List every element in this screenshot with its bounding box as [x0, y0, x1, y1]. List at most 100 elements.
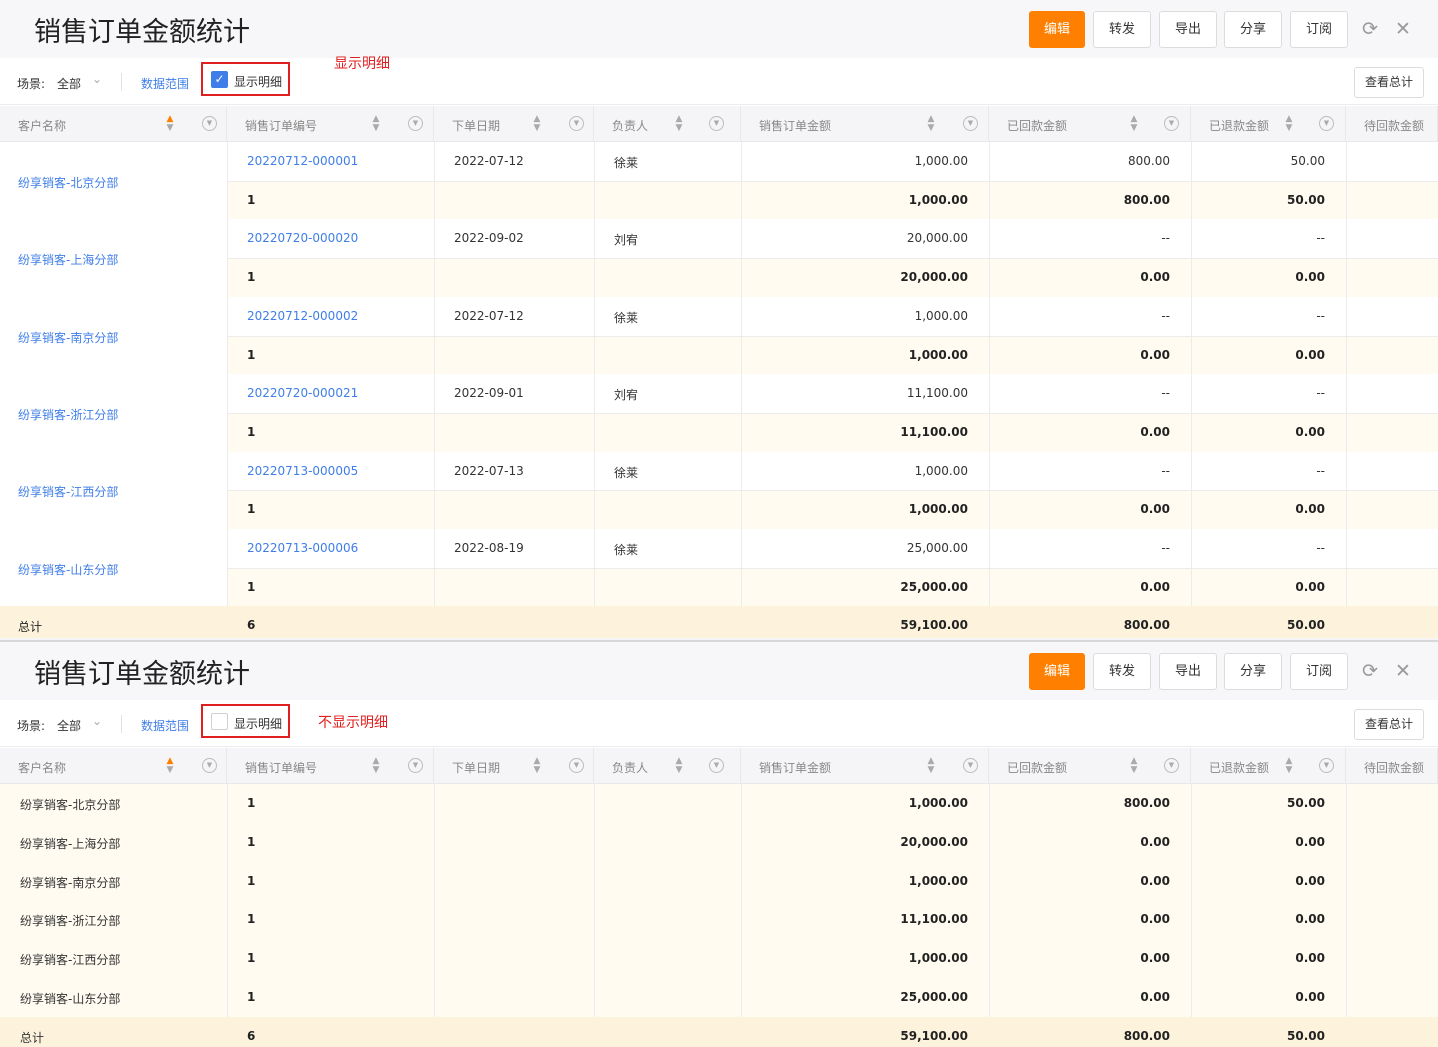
edit-button[interactable]: 编辑: [1029, 11, 1085, 48]
share-button[interactable]: 分享: [1224, 653, 1282, 690]
filter-icon[interactable]: ▼: [1164, 116, 1179, 131]
row-divider: [227, 258, 1438, 260]
export-button[interactable]: 导出: [1159, 653, 1217, 690]
sort-icon[interactable]: ▲ ▼: [165, 757, 175, 775]
chevron-down-icon[interactable]: ⌄: [92, 72, 102, 86]
order-number-link[interactable]: 20220720-000020: [247, 231, 358, 245]
column-header[interactable]: 客户名称 ▲ ▼ ▼: [0, 106, 227, 142]
order-number-link[interactable]: 20220713-000005: [247, 464, 358, 478]
sort-icon[interactable]: ▲ ▼: [532, 115, 542, 133]
customer-link[interactable]: 纷享销客-南京分部: [18, 329, 118, 346]
column-header[interactable]: 已退款金额 ▲ ▼ ▼: [1191, 106, 1346, 142]
customer-link[interactable]: 纷享销客-北京分部: [18, 174, 118, 191]
column-header[interactable]: 销售订单编号 ▲ ▼ ▼: [227, 748, 434, 784]
show-detail-checkbox[interactable]: [211, 713, 228, 730]
sort-icon[interactable]: ▲ ▼: [926, 757, 936, 775]
column-header[interactable]: 负责人 ▲ ▼ ▼: [594, 748, 741, 784]
filter-icon[interactable]: ▼: [709, 116, 724, 131]
close-icon[interactable]: ✕: [1395, 17, 1411, 41]
column-divider: [594, 784, 595, 1017]
sort-icon[interactable]: ▲ ▼: [371, 757, 381, 775]
filter-icon[interactable]: ▼: [408, 116, 423, 131]
column-header[interactable]: 待回款金额: [1346, 106, 1438, 142]
chevron-down-icon[interactable]: ⌄: [92, 714, 102, 728]
filter-icon[interactable]: ▼: [1319, 116, 1334, 131]
column-header[interactable]: 销售订单金额 ▲ ▼ ▼: [741, 106, 989, 142]
filter-icon[interactable]: ▼: [202, 116, 217, 131]
customer-link[interactable]: 纷享销客-江西分部: [18, 483, 118, 500]
data-range-link[interactable]: 数据范围: [141, 717, 189, 734]
column-header[interactable]: 负责人 ▲ ▼ ▼: [594, 106, 741, 142]
forward-button[interactable]: 转发: [1093, 11, 1151, 48]
sort-icon[interactable]: ▲ ▼: [165, 115, 175, 133]
refunded-amount: --: [1316, 541, 1325, 555]
sort-icon[interactable]: ▲ ▼: [1129, 757, 1139, 775]
column-header-label: 已退款金额: [1209, 761, 1270, 775]
annotation-note: 不显示明细: [318, 715, 388, 731]
row-count: 1: [247, 834, 256, 849]
refresh-icon[interactable]: ⟳: [1362, 17, 1378, 41]
export-button[interactable]: 导出: [1159, 11, 1217, 48]
filter-icon[interactable]: ▼: [569, 758, 584, 773]
order-number-link[interactable]: 20220712-000002: [247, 309, 358, 323]
scene-select[interactable]: 全部: [57, 75, 81, 92]
scene-select[interactable]: 全部: [57, 717, 81, 734]
column-header[interactable]: 已退款金额 ▲ ▼ ▼: [1191, 748, 1346, 784]
show-detail-toggle[interactable]: ✓ 显示明细: [201, 62, 290, 96]
sort-icon[interactable]: ▲ ▼: [532, 757, 542, 775]
column-header[interactable]: 已回款金额 ▲ ▼ ▼: [989, 748, 1191, 784]
sort-icon[interactable]: ▲ ▼: [1284, 757, 1294, 775]
sort-icon[interactable]: ▲ ▼: [674, 757, 684, 775]
filter-icon[interactable]: ▼: [408, 758, 423, 773]
column-header[interactable]: 下单日期 ▲ ▼ ▼: [434, 748, 594, 784]
total-label: 总计: [18, 620, 43, 635]
order-number-link[interactable]: 20220713-000006: [247, 541, 358, 555]
sort-icon[interactable]: ▲ ▼: [1129, 115, 1139, 133]
column-header-label: 已回款金额: [1007, 761, 1068, 775]
order-number-link[interactable]: 20220712-000001: [247, 154, 358, 168]
column-header[interactable]: 待回款金额: [1346, 748, 1438, 784]
row-received: 800.00: [1123, 796, 1170, 810]
refresh-icon[interactable]: ⟳: [1362, 659, 1378, 683]
data-range-link[interactable]: 数据范围: [141, 75, 189, 92]
filter-icon[interactable]: ▼: [963, 116, 978, 131]
customer-link[interactable]: 纷享销客-上海分部: [18, 251, 118, 268]
sort-icon[interactable]: ▲ ▼: [371, 115, 381, 133]
column-divider: [989, 142, 990, 607]
column-header[interactable]: 客户名称 ▲ ▼ ▼: [0, 748, 227, 784]
view-total-button[interactable]: 查看总计: [1354, 709, 1424, 740]
column-header[interactable]: 下单日期 ▲ ▼ ▼: [434, 106, 594, 142]
filter-icon[interactable]: ▼: [963, 758, 978, 773]
subscribe-button[interactable]: 订阅: [1290, 11, 1348, 48]
sort-icon[interactable]: ▲ ▼: [674, 115, 684, 133]
column-header[interactable]: 已回款金额 ▲ ▼ ▼: [989, 106, 1191, 142]
sort-icon[interactable]: ▲ ▼: [1284, 115, 1294, 133]
view-total-button[interactable]: 查看总计: [1354, 67, 1424, 98]
column-divider: [227, 784, 228, 1017]
filter-icon[interactable]: ▼: [1164, 758, 1179, 773]
filter-icon[interactable]: ▼: [709, 758, 724, 773]
sort-icon[interactable]: ▲ ▼: [926, 115, 936, 133]
show-detail-toggle[interactable]: 显示明细: [201, 704, 290, 738]
subtotal-received: 0.00: [1140, 424, 1170, 439]
row-count: 1: [247, 951, 256, 966]
subtotal-amount: 1,000.00: [908, 347, 968, 362]
customer-link[interactable]: 纷享销客-浙江分部: [18, 406, 118, 423]
close-icon[interactable]: ✕: [1395, 659, 1411, 683]
order-date: 2022-07-12: [454, 154, 524, 168]
subscribe-button[interactable]: 订阅: [1290, 653, 1348, 690]
filter-icon[interactable]: ▼: [1319, 758, 1334, 773]
row-count: 1: [247, 873, 256, 888]
order-number-link[interactable]: 20220720-000021: [247, 386, 358, 400]
edit-button[interactable]: 编辑: [1029, 653, 1085, 690]
filter-icon[interactable]: ▼: [202, 758, 217, 773]
customer-link[interactable]: 纷享销客-山东分部: [18, 561, 118, 578]
show-detail-checkbox[interactable]: ✓: [211, 71, 228, 88]
column-header[interactable]: 销售订单金额 ▲ ▼ ▼: [741, 748, 989, 784]
filter-icon[interactable]: ▼: [569, 116, 584, 131]
share-button[interactable]: 分享: [1224, 11, 1282, 48]
column-header[interactable]: 销售订单编号 ▲ ▼ ▼: [227, 106, 434, 142]
forward-button[interactable]: 转发: [1093, 653, 1151, 690]
page-header: 销售订单金额统计 编辑 转发 导出 分享 订阅 ⟳ ✕: [0, 642, 1438, 700]
row-amount: 1,000.00: [908, 796, 968, 810]
